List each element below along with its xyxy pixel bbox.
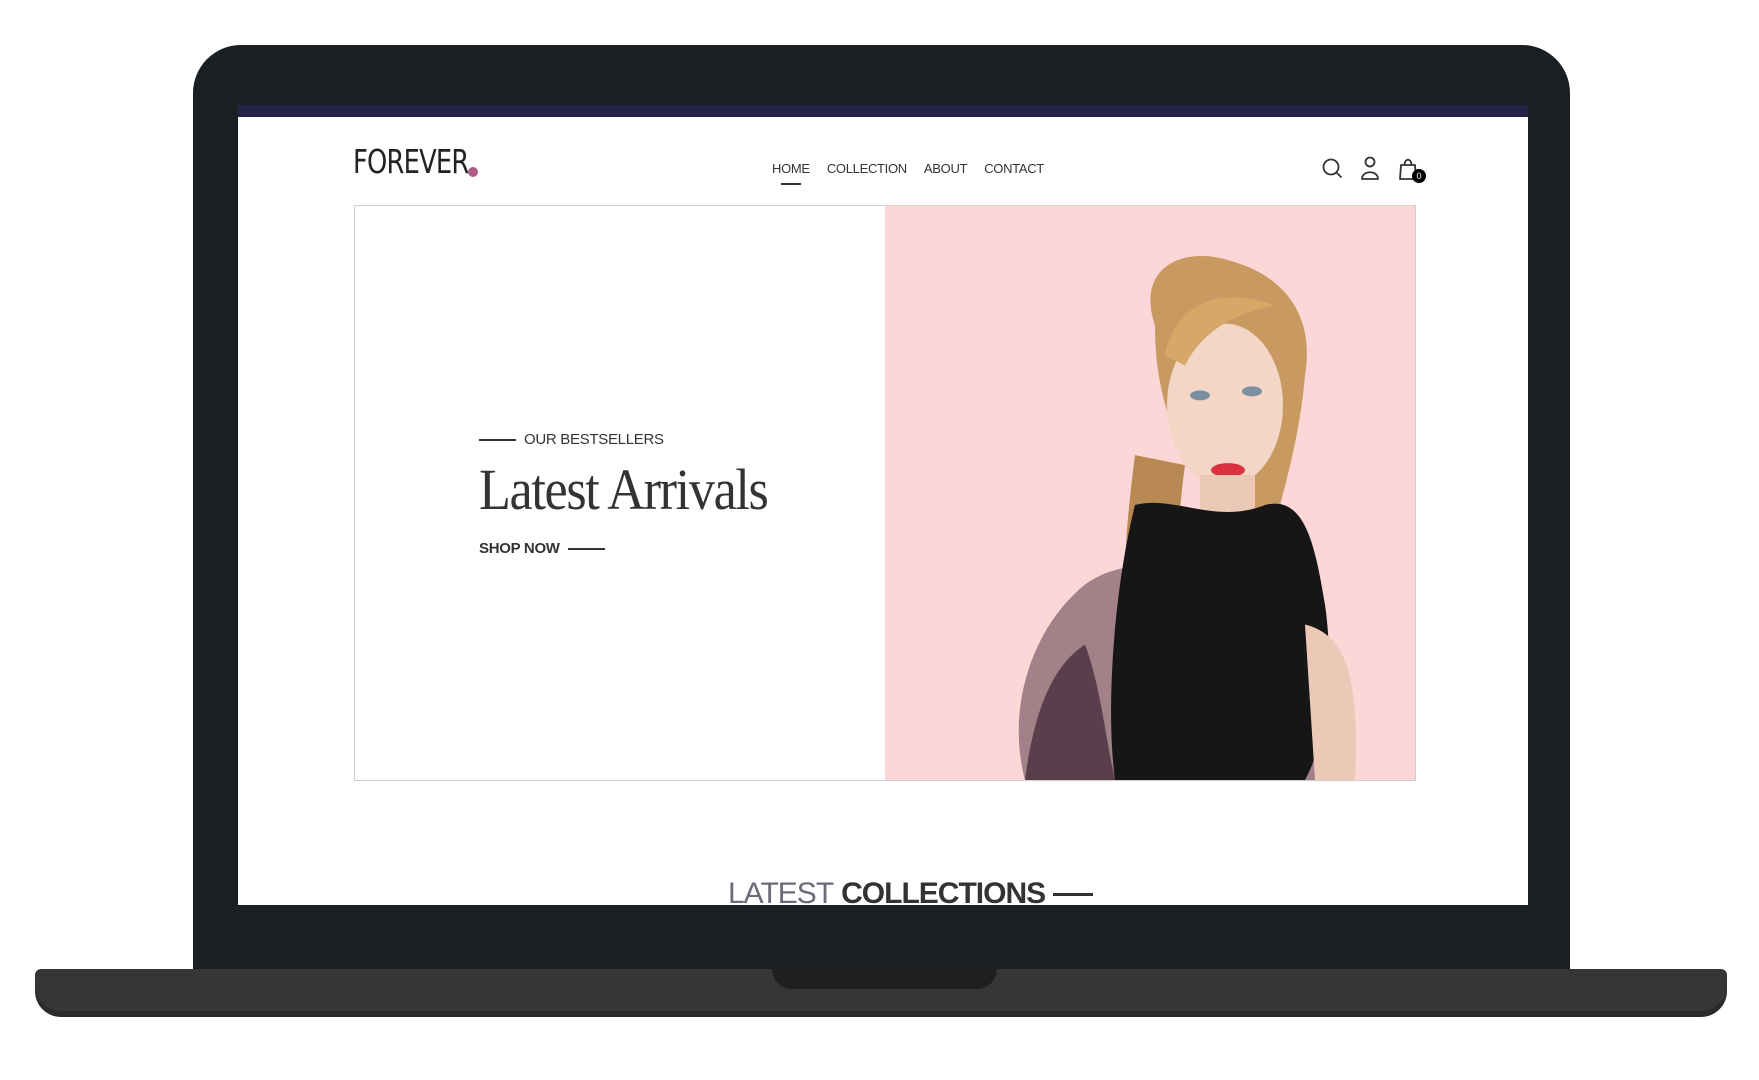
laptop-notch <box>772 969 997 989</box>
eyebrow-line <box>479 438 516 441</box>
nav-collection[interactable]: COLLECTION <box>827 161 907 176</box>
main-nav: HOME COLLECTION ABOUT CONTACT <box>772 161 1061 185</box>
nav-contact[interactable]: CONTACT <box>984 161 1044 176</box>
shopping-bag-icon[interactable]: 0 <box>1396 155 1426 183</box>
section-title-light: LATEST <box>728 877 834 905</box>
hero-banner: OUR BESTSELLERS Latest Arrivals SHOP NOW <box>354 205 1416 781</box>
nav-home[interactable]: HOME <box>772 161 810 185</box>
shop-now-label: SHOP NOW <box>479 540 560 557</box>
brand-logo[interactable]: FOREVER <box>353 142 469 181</box>
eyebrow-text: OUR BESTSELLERS <box>524 431 664 448</box>
hero-text-panel: OUR BESTSELLERS Latest Arrivals SHOP NOW <box>355 206 885 780</box>
header-icons: 0 <box>1320 155 1426 183</box>
section-title-strong: COLLECTIONS <box>841 877 1046 905</box>
user-icon[interactable] <box>1358 155 1382 183</box>
hero-title: Latest Arrivals <box>479 457 769 522</box>
cart-count-badge: 0 <box>1412 169 1426 183</box>
section-title-line <box>1053 892 1094 896</box>
laptop-screen: FOREVER HOME COLLECTION ABOUT CONTACT 0 <box>238 105 1528 905</box>
shop-now-line <box>567 547 605 550</box>
search-icon[interactable] <box>1320 155 1344 183</box>
shop-now-link[interactable]: SHOP NOW <box>479 540 605 557</box>
model-photo <box>1018 256 1356 780</box>
hero-eyebrow: OUR BESTSELLERS <box>479 431 664 448</box>
nav-about[interactable]: ABOUT <box>924 161 968 176</box>
hero-image-panel <box>885 206 1415 780</box>
logo-dot <box>468 167 478 177</box>
latest-collections-heading: LATEST COLLECTIONS <box>728 877 1094 905</box>
